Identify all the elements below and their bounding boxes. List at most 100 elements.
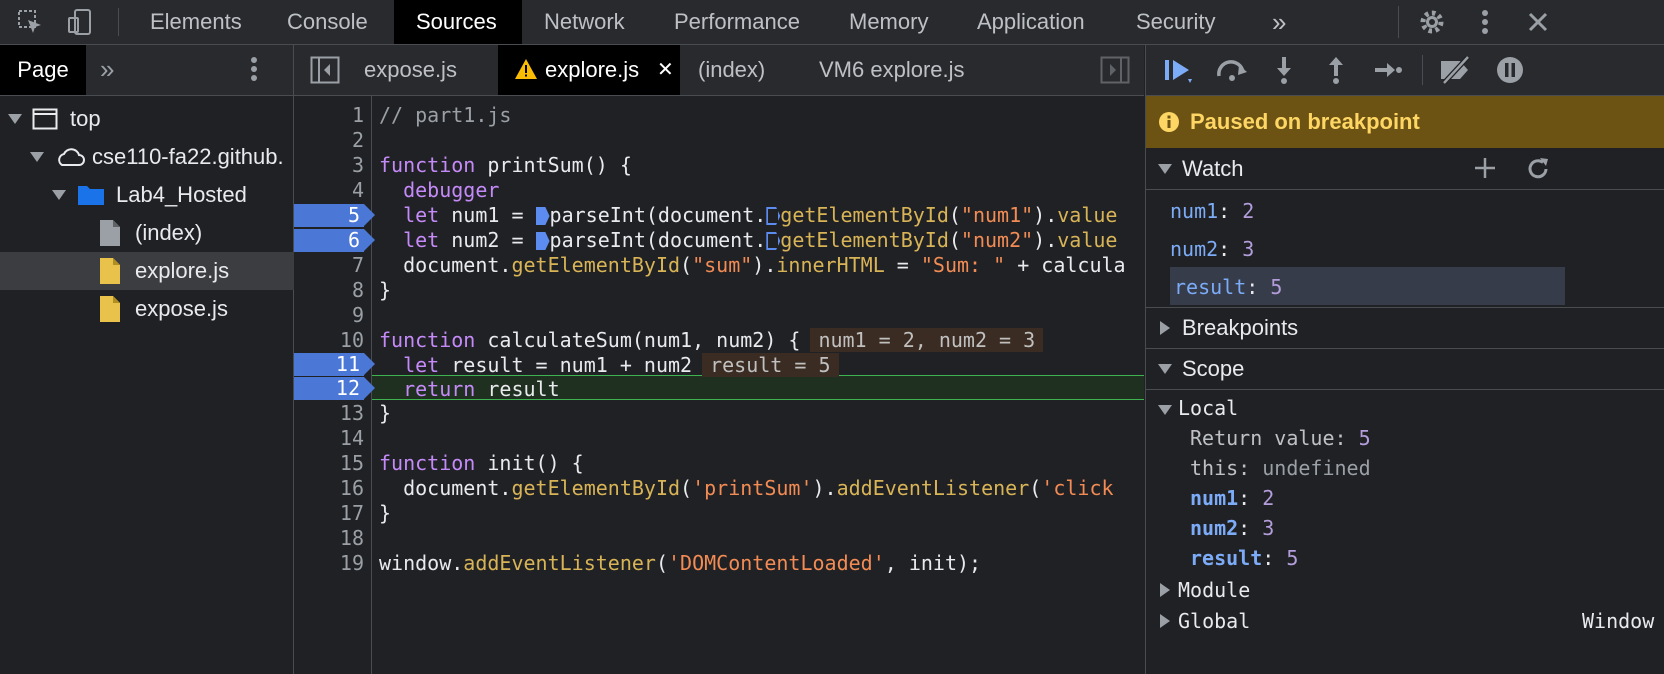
code-line[interactable]: function init() {: [379, 451, 1144, 476]
inline-breakpoint-icon[interactable]: [766, 232, 780, 250]
expand-arrow-icon[interactable]: [52, 190, 66, 200]
tree-item-domain[interactable]: cse110-fa22.github.: [0, 138, 323, 176]
section-title: Breakpoints: [1182, 315, 1299, 340]
scope-variable[interactable]: num1: 2: [1190, 483, 1274, 513]
scope-variable[interactable]: num2: 3: [1190, 513, 1274, 543]
folder-icon: [76, 183, 106, 207]
step-out-icon[interactable]: [1318, 45, 1354, 95]
scope-variable[interactable]: this: undefined: [1190, 453, 1371, 483]
tab-network[interactable]: Network: [522, 0, 647, 44]
line-number[interactable]: 13: [294, 401, 364, 426]
tab-sources[interactable]: Sources: [394, 0, 522, 44]
breakpoint-marker[interactable]: 5: [294, 204, 375, 227]
deactivate-breakpoints-icon[interactable]: [1436, 45, 1476, 95]
device-toggle-icon[interactable]: [62, 0, 98, 44]
tab-memory[interactable]: Memory: [827, 0, 950, 44]
line-number[interactable]: 3: [294, 153, 364, 178]
editor-tab-explore[interactable]: explore.js ✕: [498, 45, 680, 95]
breakpoint-marker[interactable]: 12: [294, 377, 375, 400]
tab-console[interactable]: Console: [265, 0, 390, 44]
line-number[interactable]: 19: [294, 551, 364, 576]
more-tabs-button[interactable]: »: [1250, 0, 1308, 44]
scope-section-header[interactable]: Scope: [1146, 349, 1664, 390]
code-line[interactable]: let num1 = parseInt(document. getElementB…: [379, 203, 1144, 228]
tab-security[interactable]: Security: [1114, 0, 1237, 44]
section-title: Scope: [1182, 356, 1245, 381]
code-line[interactable]: document.getElementById('printSum').addE…: [379, 476, 1144, 501]
collapse-arrow-icon: [1160, 583, 1170, 597]
breakpoint-marker[interactable]: 11: [294, 353, 375, 376]
expand-arrow-icon[interactable]: [8, 114, 22, 124]
add-watch-icon[interactable]: [1472, 155, 1498, 181]
code-line[interactable]: let num2 = parseInt(document. getElementB…: [379, 228, 1144, 253]
code-line-current[interactable]: return result: [379, 377, 1144, 402]
code-line[interactable]: }: [379, 278, 1144, 303]
gear-icon[interactable]: [1414, 0, 1450, 44]
watch-expression[interactable]: num1: 2: [1170, 193, 1254, 229]
code-line[interactable]: // part1.js: [379, 103, 1144, 128]
scope-module-header[interactable]: Module: [1160, 575, 1250, 605]
code-line[interactable]: let result = num1 + num2 result = 5: [379, 353, 1144, 378]
toggle-debugger-icon[interactable]: [1100, 56, 1130, 90]
watch-section-header[interactable]: Watch: [1146, 149, 1664, 190]
expand-arrow-icon[interactable]: [30, 152, 44, 162]
line-number[interactable]: 14: [294, 426, 364, 451]
scope-variable[interactable]: result: 5: [1190, 543, 1298, 573]
line-number[interactable]: 8: [294, 278, 364, 303]
line-number[interactable]: 9: [294, 303, 364, 328]
tab-performance[interactable]: Performance: [652, 0, 822, 44]
code-line[interactable]: function calculateSum(num1, num2) {num1 …: [379, 328, 1144, 353]
tab-application[interactable]: Application: [955, 0, 1107, 44]
code-line[interactable]: }: [379, 401, 1144, 426]
code-line[interactable]: window.addEventListener('DOMContentLoade…: [379, 551, 1144, 576]
watch-expression-selected[interactable]: result: 5: [1174, 269, 1282, 305]
inline-breakpoint-icon[interactable]: [535, 232, 550, 250]
step-into-icon[interactable]: [1266, 45, 1302, 95]
editor-tab-index[interactable]: (index): [698, 45, 765, 95]
tree-item-top[interactable]: top: [0, 100, 301, 138]
watch-expression[interactable]: num2: 3: [1170, 231, 1254, 267]
editor-tab-label: explore.js: [545, 57, 640, 82]
kebab-menu-icon[interactable]: [250, 55, 258, 89]
step-icon[interactable]: [1370, 45, 1406, 95]
tree-item-label: top: [70, 106, 101, 131]
editor-tab-expose[interactable]: expose.js: [364, 45, 457, 95]
line-number[interactable]: 1: [294, 103, 364, 128]
refresh-icon[interactable]: [1524, 155, 1552, 183]
tab-elements[interactable]: Elements: [128, 0, 264, 44]
kebab-menu-icon[interactable]: [1470, 0, 1500, 44]
inspect-cursor-icon[interactable]: [12, 0, 48, 44]
pause-on-exceptions-icon[interactable]: [1492, 45, 1528, 95]
line-number[interactable]: 4: [294, 178, 364, 203]
file-icon: [99, 219, 121, 247]
resume-icon[interactable]: [1158, 45, 1198, 95]
close-icon[interactable]: [1520, 0, 1556, 44]
line-number[interactable]: 15: [294, 451, 364, 476]
scope-variable[interactable]: Return value: 5: [1190, 423, 1371, 453]
inline-value: result = 5: [702, 353, 839, 377]
toggle-navigator-icon[interactable]: [310, 56, 340, 90]
code-line[interactable]: }: [379, 501, 1144, 526]
step-over-icon[interactable]: [1212, 45, 1252, 95]
close-tab-icon[interactable]: ✕: [657, 45, 674, 95]
inline-breakpoint-icon[interactable]: [535, 207, 550, 225]
line-number[interactable]: 18: [294, 526, 364, 551]
inline-breakpoint-icon[interactable]: [766, 207, 780, 225]
line-number[interactable]: 16: [294, 476, 364, 501]
breakpoint-marker[interactable]: 6: [294, 229, 375, 252]
breakpoints-section-header[interactable]: Breakpoints: [1146, 307, 1664, 349]
navigator-more-button[interactable]: »: [100, 45, 114, 95]
js-file-icon: [99, 257, 121, 285]
scope-global-header[interactable]: Global: [1160, 606, 1250, 636]
tree-item-label: expose.js: [135, 296, 228, 321]
line-number[interactable]: 10: [294, 328, 364, 353]
line-number[interactable]: 17: [294, 501, 364, 526]
code-line[interactable]: function printSum() {: [379, 153, 1144, 178]
line-number[interactable]: 2: [294, 128, 364, 153]
editor-tab-vm6[interactable]: VM6 explore.js: [819, 45, 965, 95]
code-line[interactable]: debugger: [379, 178, 1144, 203]
tab-page[interactable]: Page: [0, 45, 86, 95]
scope-local-header[interactable]: Local: [1158, 393, 1238, 423]
line-number[interactable]: 7: [294, 253, 364, 278]
code-line[interactable]: document.getElementById("sum").innerHTML…: [379, 253, 1144, 278]
